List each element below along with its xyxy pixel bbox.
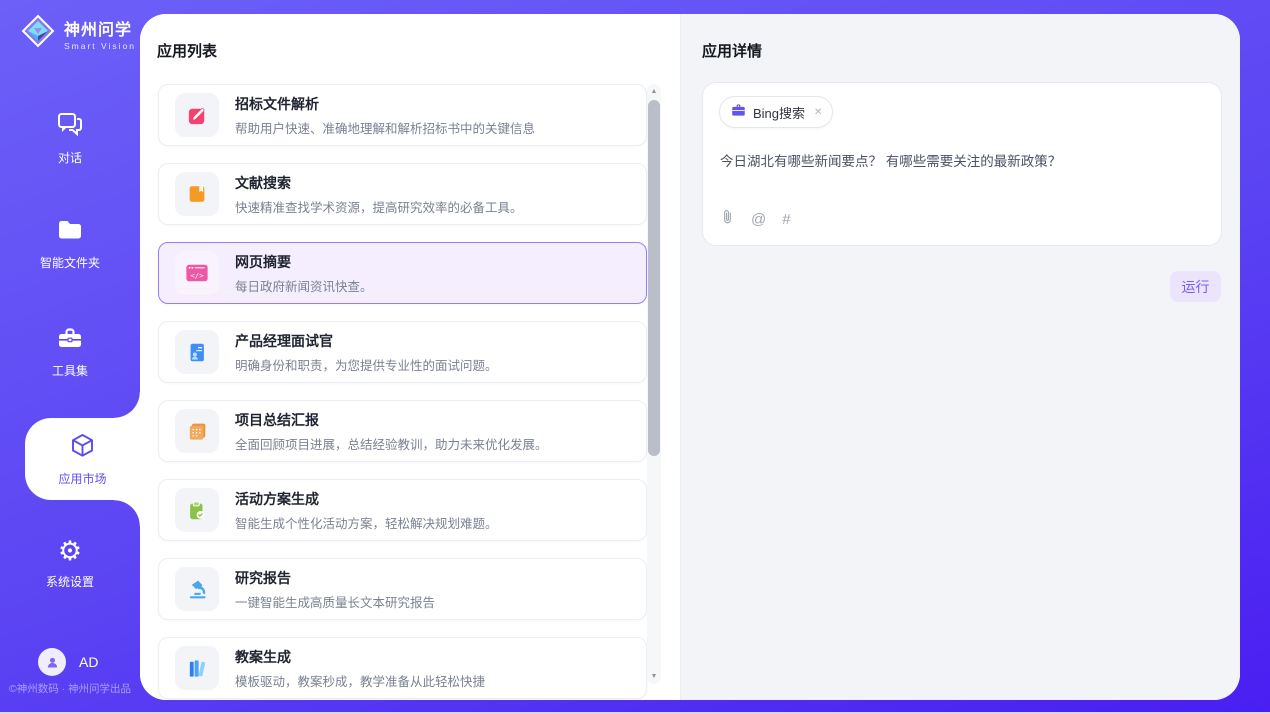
app-card[interactable]: 产品经理面试官 明确身份和职责，为您提供专业性的面试问题。 <box>158 321 647 383</box>
app-card-title: 研究报告 <box>235 568 435 588</box>
diamond-logo-icon <box>20 13 56 54</box>
browser-code-icon: </> <box>175 251 219 295</box>
sidebar-item-label: 工具集 <box>52 362 88 379</box>
app-card[interactable]: </> 网页摘要 每日政府新闻资讯快查。 <box>158 242 647 304</box>
main-surface: 应用列表 招标文件解析 帮助用户快速、准确地理解和解析招标书中的关键信息 文献搜… <box>140 14 1240 700</box>
app-card-title: 网页摘要 <box>235 252 373 272</box>
app-card[interactable]: 文献搜索 快速精准查找学术资源，提高研究效率的必备工具。 <box>158 163 647 225</box>
app-card-description: 快速精准查找学术资源，提高研究效率的必备工具。 <box>235 197 523 216</box>
user-name: AD <box>79 654 98 670</box>
app-card-title: 文献搜索 <box>235 173 523 193</box>
app-card[interactable]: 项目总结汇报 全面回顾项目进展，总结经验教训，助力未来优化发展。 <box>158 400 647 462</box>
sidebar-item-label: 系统设置 <box>46 573 94 590</box>
app-detail-panel: 应用详情 Bing搜索 ✕ 今日湖北有哪些新闻要点？ 有哪些需要关注的最新政策？ <box>681 14 1240 700</box>
scroll-up-icon[interactable]: ▲ <box>647 88 661 95</box>
app-card-description: 全面回顾项目进展，总结经验教训，助力未来优化发展。 <box>235 434 548 453</box>
scrollbar-thumb[interactable] <box>648 100 660 456</box>
chat-icon <box>56 110 84 142</box>
app-card-description: 每日政府新闻资讯快查。 <box>235 276 373 295</box>
clipboard-check-icon <box>175 488 219 532</box>
gear-icon: ⚙ <box>58 538 82 566</box>
book-icon <box>175 172 219 216</box>
hash-icon[interactable]: # <box>782 211 790 228</box>
paperclip-icon[interactable] <box>720 208 735 230</box>
app-card-title: 产品经理面试官 <box>235 331 498 351</box>
briefcase-icon <box>731 103 746 122</box>
sidebar-item-label: 应用市场 <box>58 470 106 487</box>
run-button[interactable]: 运行 <box>1170 271 1221 302</box>
resume-icon <box>175 330 219 374</box>
sidebar-item-smart-folder[interactable]: 智能文件夹 <box>0 218 140 271</box>
app-card-description: 智能生成个性化活动方案，轻松解决规划难题。 <box>235 513 498 532</box>
app-card-title: 活动方案生成 <box>235 489 498 509</box>
app-card[interactable]: 活动方案生成 智能生成个性化活动方案，轻松解决规划难题。 <box>158 479 647 541</box>
scroll-down-icon[interactable]: ▼ <box>647 673 661 680</box>
cube-icon <box>69 432 96 464</box>
avatar <box>38 648 66 676</box>
sidebar-item-label: 智能文件夹 <box>40 254 100 271</box>
app-card[interactable]: 研究报告 一键智能生成高质量长文本研究报告 <box>158 558 647 620</box>
app-card-description: 帮助用户快速、准确地理解和解析招标书中的关键信息 <box>235 118 535 137</box>
microscope-icon <box>175 567 219 611</box>
app-card-title: 招标文件解析 <box>235 94 535 114</box>
edit-square-icon <box>175 93 219 137</box>
app-card[interactable]: 招标文件解析 帮助用户快速、准确地理解和解析招标书中的关键信息 <box>158 84 647 146</box>
app-list-title: 应用列表 <box>157 40 217 61</box>
prompt-toolbar: @ # <box>720 208 791 230</box>
sidebar-item-settings[interactable]: ⚙ 系统设置 <box>0 538 140 590</box>
copyright-text: ©神州数码 · 神州问学出品 <box>0 681 140 696</box>
folder-icon <box>56 218 84 247</box>
prompt-text[interactable]: 今日湖北有哪些新闻要点？ 有哪些需要关注的最新政策？ <box>720 152 1201 172</box>
tool-tag-label: Bing搜索 <box>753 103 805 122</box>
toolbox-icon <box>56 325 84 355</box>
sidebar-item-toolset[interactable]: 工具集 <box>0 325 140 379</box>
sidebar-item-label: 对话 <box>58 149 82 166</box>
app-card-description: 模板驱动，教案秒成，教学准备从此轻松快捷 <box>235 671 485 690</box>
app-detail-title: 应用详情 <box>702 40 762 61</box>
tool-tag-bing-search[interactable]: Bing搜索 ✕ <box>719 96 833 128</box>
app-card-title: 项目总结汇报 <box>235 410 548 430</box>
svg-text:</>: </> <box>190 271 204 280</box>
app-card-description: 一键智能生成高质量长文本研究报告 <box>235 592 435 611</box>
app-card[interactable]: 教案生成 模板驱动，教案秒成，教学准备从此轻松快捷 <box>158 637 647 699</box>
sidebar-item-chat[interactable]: 对话 <box>0 110 140 166</box>
brand-logo: 神州问学 Smart Vision <box>20 13 136 54</box>
sidebar: 神州问学 Smart Vision 对话 智能文件夹 <box>0 0 140 714</box>
app-list-scrollbar[interactable]: ▲ ▼ <box>647 84 661 684</box>
prompt-input-card[interactable]: Bing搜索 ✕ 今日湖北有哪些新闻要点？ 有哪些需要关注的最新政策？ @ # <box>702 82 1222 246</box>
app-card-title: 教案生成 <box>235 647 485 667</box>
user-account[interactable]: AD <box>38 648 98 676</box>
books-icon <box>175 646 219 690</box>
app-card-list: 招标文件解析 帮助用户快速、准确地理解和解析招标书中的关键信息 文献搜索 快速精… <box>158 84 647 699</box>
sidebar-item-app-market[interactable]: 应用市场 <box>25 418 140 500</box>
brand-name: 神州问学 <box>64 16 136 40</box>
notepad-icon <box>175 409 219 453</box>
mention-icon[interactable]: @ <box>751 211 766 228</box>
app-list-panel: 应用列表 招标文件解析 帮助用户快速、准确地理解和解析招标书中的关键信息 文献搜… <box>140 14 681 700</box>
brand-subtitle: Smart Vision <box>64 41 136 51</box>
close-icon[interactable]: ✕ <box>814 107 822 118</box>
app-card-description: 明确身份和职责，为您提供专业性的面试问题。 <box>235 355 498 374</box>
